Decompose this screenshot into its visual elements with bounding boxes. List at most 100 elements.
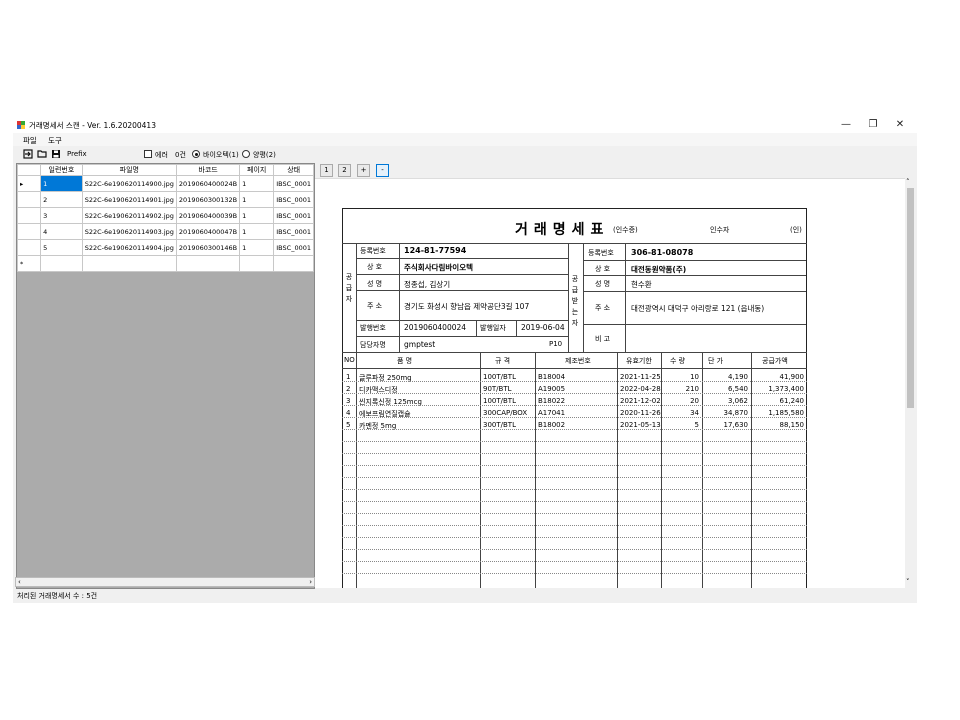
cell-barcode[interactable]: 2019060400047B bbox=[175, 223, 241, 240]
row-current-marker[interactable]: ▸ bbox=[17, 175, 42, 192]
viewer-scroll-thumb[interactable] bbox=[907, 188, 914, 408]
table-row[interactable]: 5 S22C-6e190620114904.jpg 2019060300146B… bbox=[17, 239, 314, 256]
table-row[interactable]: ▸ 1 S22C-6e190620114900.jpg 201906040002… bbox=[17, 175, 314, 192]
file-grid[interactable]: 일련번호 파일명 바코드 페이지 상태 ▸ 1 S22C-6e190620114… bbox=[16, 163, 315, 589]
cell-filename[interactable]: S22C-6e190620114901.jpg bbox=[81, 191, 177, 208]
col-header-serial[interactable]: 일련번호 bbox=[40, 164, 83, 176]
cell-status[interactable]: IBSC_0001 bbox=[273, 223, 314, 240]
radio-biotech[interactable] bbox=[192, 150, 200, 158]
item-lot: B18022 bbox=[538, 397, 566, 405]
menu-file[interactable]: 파일 bbox=[23, 135, 37, 146]
supplier-rep-value: 정종섭, 김상기 bbox=[404, 280, 451, 289]
cell-filename[interactable]: S22C-6e190620114900.jpg bbox=[81, 175, 177, 192]
close-button[interactable]: ✕ bbox=[889, 118, 911, 131]
zoom-in-button[interactable]: + bbox=[357, 164, 370, 177]
menu-tools[interactable]: 도구 bbox=[48, 135, 62, 146]
buyer-reg-value: 306-81-08078 bbox=[631, 248, 694, 257]
cell-filename[interactable] bbox=[81, 255, 177, 272]
cell-serial[interactable]: 2 bbox=[40, 191, 83, 208]
cell-status[interactable]: IBSC_0001 bbox=[273, 239, 314, 256]
item-price: 3,062 bbox=[727, 397, 748, 405]
file-table: 일련번호 파일명 바코드 페이지 상태 ▸ 1 S22C-6e190620114… bbox=[17, 164, 314, 272]
cell-barcode[interactable]: 2019060400024B bbox=[175, 175, 241, 192]
cell-filename[interactable]: S22C-6e190620114903.jpg bbox=[81, 223, 177, 240]
supplier-rep-label: 성 명 bbox=[367, 280, 383, 288]
col-header-filename[interactable]: 파일명 bbox=[81, 164, 177, 176]
supplier-issue-value: 2019060400024 bbox=[404, 323, 467, 332]
cell-page[interactable] bbox=[239, 255, 275, 272]
save-icon[interactable] bbox=[51, 149, 61, 159]
item-expiry: 2022-04-28 bbox=[620, 385, 661, 393]
row-line bbox=[356, 290, 568, 291]
scroll-right-icon[interactable]: › bbox=[309, 578, 312, 587]
cell-status[interactable]: IBSC_0001 bbox=[273, 175, 314, 192]
row-line bbox=[583, 324, 806, 325]
error-count: 0건 bbox=[175, 151, 186, 159]
cell-serial[interactable] bbox=[40, 255, 83, 272]
app-icon bbox=[17, 121, 25, 129]
row-header[interactable] bbox=[17, 207, 42, 224]
cell-barcode[interactable]: 2019060300146B bbox=[175, 239, 241, 256]
col-header-status[interactable]: 상태 bbox=[273, 164, 314, 176]
cell-serial[interactable]: 5 bbox=[40, 239, 83, 256]
radio-biotech-label: 바이오텍(1) bbox=[203, 151, 239, 159]
doc-frame-top bbox=[342, 208, 807, 209]
document-viewer[interactable]: 거래명세표 (인수증) 인수자 (인) 공급자 등록번호 124-81-7759… bbox=[315, 178, 916, 588]
cell-filename[interactable]: S22C-6e190620114902.jpg bbox=[81, 207, 177, 224]
items-header-line bbox=[342, 368, 807, 369]
cell-serial[interactable]: 1 bbox=[40, 175, 83, 192]
grid-horizontal-scrollbar[interactable]: ‹ › bbox=[15, 577, 315, 587]
page-2-button[interactable]: 2 bbox=[338, 164, 351, 177]
buyer-note-label: 비 고 bbox=[595, 335, 611, 343]
cell-page[interactable]: 1 bbox=[239, 239, 275, 256]
items-row-separator bbox=[342, 381, 807, 382]
items-row-separator bbox=[342, 417, 807, 418]
new-row-marker[interactable]: * bbox=[17, 255, 42, 272]
scroll-up-icon[interactable]: ˄ bbox=[906, 178, 910, 186]
item-price: 17,630 bbox=[723, 421, 749, 429]
radio-yangpyeong[interactable] bbox=[242, 150, 250, 158]
cell-barcode[interactable] bbox=[175, 255, 241, 272]
items-row-separator bbox=[342, 477, 807, 478]
cell-status[interactable]: IBSC_0001 bbox=[273, 207, 314, 224]
items-row-separator bbox=[342, 453, 807, 454]
cell-status[interactable]: IBSC_0001 bbox=[273, 191, 314, 208]
col-header-page[interactable]: 페이지 bbox=[239, 164, 275, 176]
supplier-contact-label: 담당자명 bbox=[360, 341, 386, 349]
minimize-button[interactable]: — bbox=[835, 118, 857, 131]
cell-barcode[interactable]: 2019060400039B bbox=[175, 207, 241, 224]
col-header-barcode[interactable]: 바코드 bbox=[175, 164, 241, 176]
cell-page[interactable]: 1 bbox=[239, 175, 275, 192]
row-header[interactable] bbox=[17, 191, 42, 208]
items-col-line bbox=[751, 352, 752, 588]
folder-open-icon[interactable] bbox=[37, 149, 47, 159]
cell-page[interactable]: 1 bbox=[239, 191, 275, 208]
import-icon[interactable] bbox=[23, 149, 33, 159]
page-1-button[interactable]: 1 bbox=[320, 164, 333, 177]
cell-serial[interactable]: 4 bbox=[40, 223, 83, 240]
window-title: 거래명세서 스캔 - Ver. 1.6.20200413 bbox=[29, 121, 156, 130]
cell-status[interactable] bbox=[273, 255, 314, 272]
cell-barcode[interactable]: 2019060300132B bbox=[175, 191, 241, 208]
restore-button[interactable]: ❐ bbox=[862, 118, 884, 131]
supplier-name-value: 주식회사다림바이오텍 bbox=[404, 263, 473, 272]
item-spec: 100T/BTL bbox=[483, 397, 516, 405]
viewer-vertical-scrollbar[interactable]: ˄ ˅ bbox=[905, 178, 916, 590]
row-header[interactable] bbox=[17, 239, 42, 256]
scroll-left-icon[interactable]: ‹ bbox=[18, 578, 21, 587]
error-checkbox[interactable] bbox=[144, 150, 152, 158]
table-row[interactable]: 3 S22C-6e190620114902.jpg 2019060400039B… bbox=[17, 207, 314, 224]
scroll-down-icon[interactable]: ˅ bbox=[906, 578, 910, 586]
new-row[interactable]: * bbox=[17, 255, 314, 272]
doc-receiver-label: 인수자 bbox=[710, 226, 730, 234]
table-row[interactable]: 4 S22C-6e190620114903.jpg 2019060400047B… bbox=[17, 223, 314, 240]
row-header[interactable] bbox=[17, 223, 42, 240]
cell-page[interactable]: 1 bbox=[239, 207, 275, 224]
zoom-out-button[interactable]: - bbox=[376, 164, 389, 177]
cell-page[interactable]: 1 bbox=[239, 223, 275, 240]
table-row[interactable]: 2 S22C-6e190620114901.jpg 2019060300132B… bbox=[17, 191, 314, 208]
row-line bbox=[356, 320, 568, 321]
cell-filename[interactable]: S22C-6e190620114904.jpg bbox=[81, 239, 177, 256]
cell-serial[interactable]: 3 bbox=[40, 207, 83, 224]
item-expiry: 2021-12-02 bbox=[620, 397, 661, 405]
